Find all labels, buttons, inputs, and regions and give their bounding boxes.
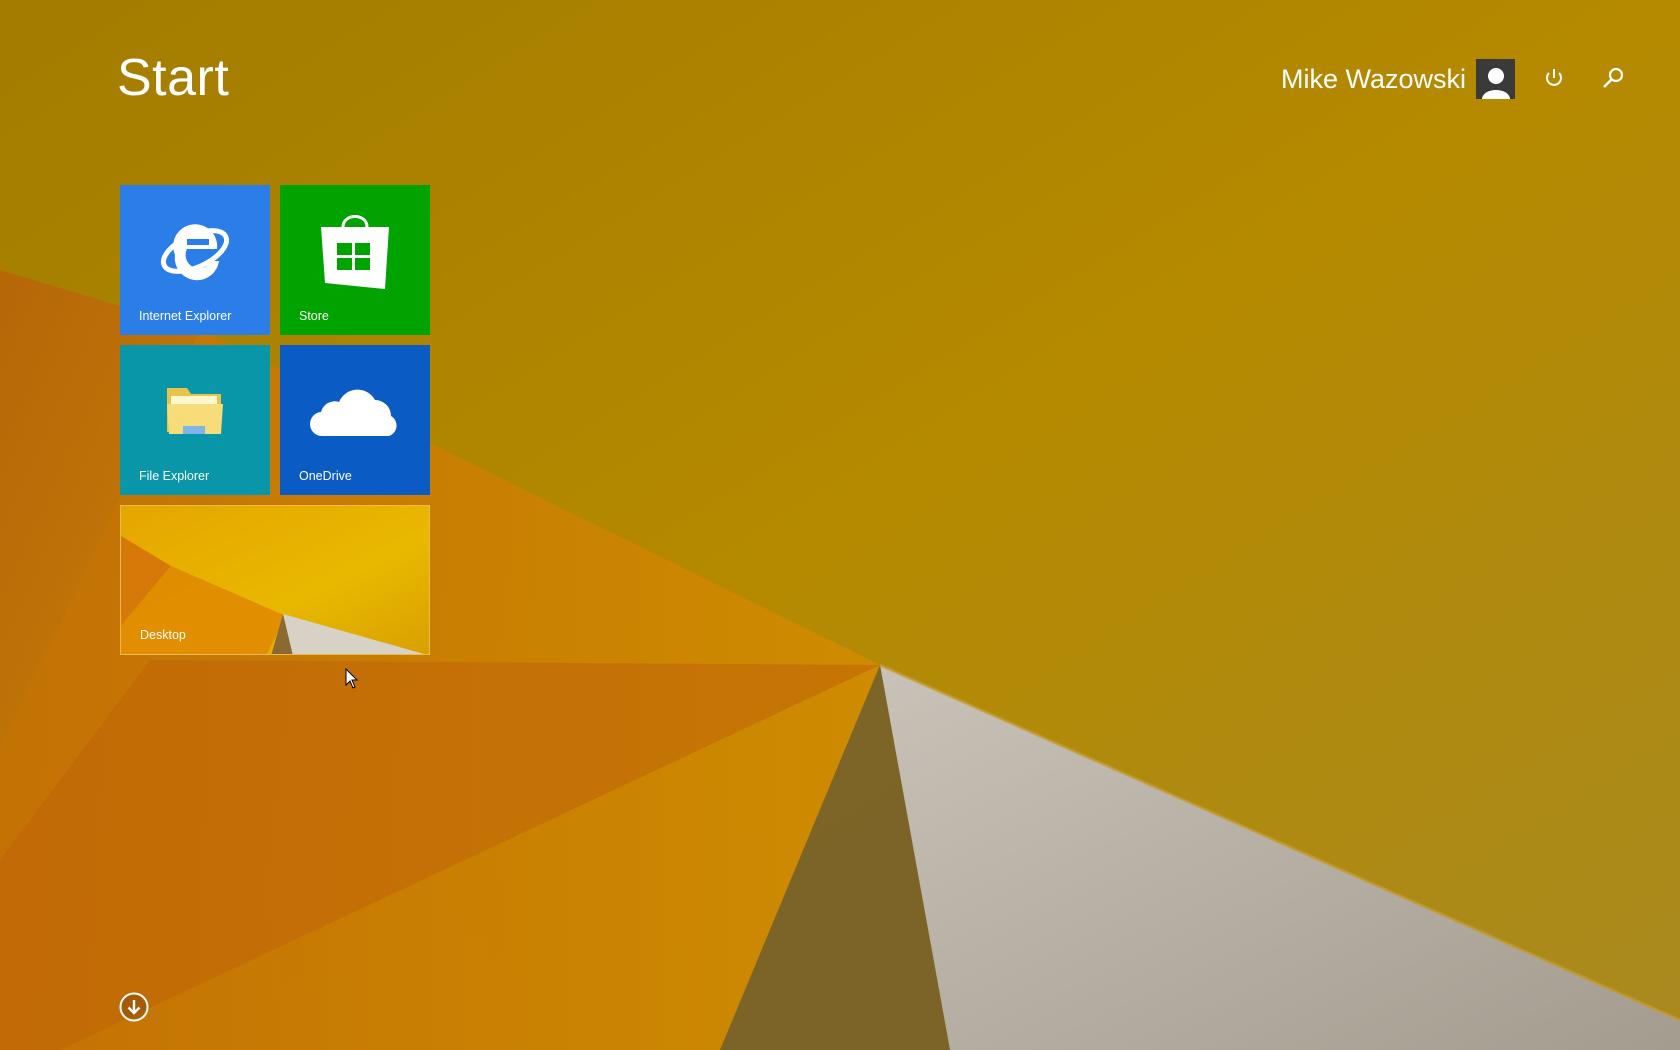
down-arrow-circle-icon <box>119 992 149 1022</box>
power-icon <box>1546 69 1562 86</box>
search-button[interactable] <box>1597 62 1629 94</box>
tile-label: Internet Explorer <box>139 309 232 323</box>
search-icon <box>1603 67 1624 88</box>
folder-icon <box>165 382 225 444</box>
tile-label: OneDrive <box>299 469 352 483</box>
tile-label: File Explorer <box>139 469 210 483</box>
user-name: Mike Wazowski <box>1280 63 1466 94</box>
tile-desktop[interactable]: Desktop <box>120 505 430 655</box>
user-avatar-icon <box>1476 59 1515 99</box>
tile-file-explorer[interactable]: File Explorer <box>120 345 270 495</box>
tile-store[interactable]: Store <box>280 185 430 335</box>
cloud-icon <box>309 382 401 444</box>
power-button[interactable] <box>1538 62 1570 94</box>
all-apps-button[interactable] <box>119 992 149 1022</box>
tile-label: Store <box>299 309 329 323</box>
start-title: Start <box>117 49 230 107</box>
internet-explorer-icon <box>157 215 233 291</box>
tile-internet-explorer[interactable]: Internet Explorer <box>120 185 270 335</box>
tile-onedrive[interactable]: OneDrive <box>280 345 430 495</box>
mouse-cursor-icon <box>345 668 359 689</box>
store-bag-icon <box>319 211 391 295</box>
tile-label: Desktop <box>140 628 186 642</box>
user-account[interactable]: Mike Wazowski <box>1281 59 1515 99</box>
